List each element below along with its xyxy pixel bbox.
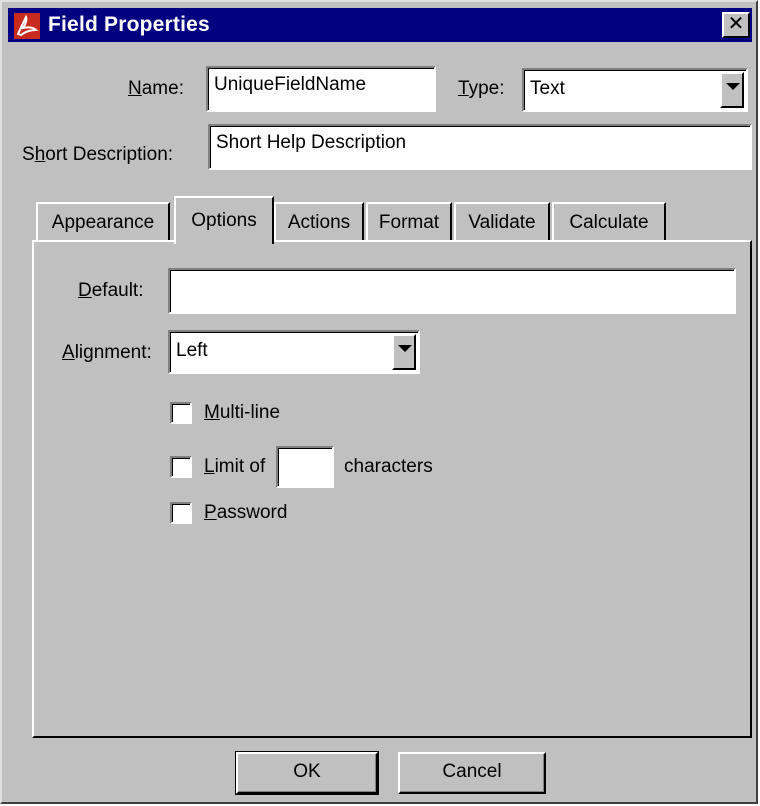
alignment-select[interactable]: Left bbox=[168, 330, 420, 374]
name-label: Name: bbox=[128, 78, 184, 99]
limit-checkbox[interactable] bbox=[170, 456, 192, 478]
tab-appearance-label: Appearance bbox=[51, 212, 155, 233]
limit-input[interactable] bbox=[276, 446, 334, 488]
name-label-rest: ame: bbox=[141, 78, 184, 99]
alignment-select-value: Left bbox=[176, 340, 208, 361]
field-properties-dialog: Field Properties ✕ Name: UniqueFieldName… bbox=[0, 0, 758, 804]
limit-label[interactable]: Limit of bbox=[204, 456, 265, 478]
tab-appearance[interactable]: Appearance bbox=[36, 202, 170, 242]
tab-validate[interactable]: Validate bbox=[454, 202, 550, 242]
title-bar[interactable]: Field Properties ✕ bbox=[8, 8, 752, 42]
short-description-value: Short Help Description bbox=[216, 132, 407, 153]
cancel-button[interactable]: Cancel bbox=[398, 752, 546, 794]
alignment-label-rest: lignment: bbox=[74, 342, 152, 363]
ok-button-label: OK bbox=[293, 761, 321, 782]
tab-format[interactable]: Format bbox=[366, 202, 452, 242]
multiline-label-rest: ulti-line bbox=[219, 402, 281, 423]
type-select[interactable]: Text bbox=[522, 68, 748, 112]
name-input[interactable]: UniqueFieldName bbox=[206, 66, 436, 112]
close-icon: ✕ bbox=[727, 13, 745, 35]
type-dropdown-button[interactable] bbox=[720, 72, 744, 108]
dialog-title: Field Properties bbox=[48, 13, 210, 36]
tab-options-label: Options bbox=[191, 210, 257, 231]
tab-actions[interactable]: Actions bbox=[274, 202, 364, 242]
tab-actions-label: Actions bbox=[287, 212, 351, 233]
options-panel: Default: Alignment: Left Multi-line Limi… bbox=[32, 240, 752, 738]
ok-button[interactable]: OK bbox=[235, 751, 379, 795]
limit-label-rest: imit of bbox=[214, 456, 266, 477]
password-checkbox[interactable] bbox=[170, 502, 192, 524]
close-button[interactable]: ✕ bbox=[722, 12, 750, 38]
multiline-checkbox[interactable] bbox=[170, 402, 192, 424]
short-description-label-rest: ort Description: bbox=[45, 144, 174, 165]
tab-format-label: Format bbox=[378, 212, 440, 233]
multiline-label[interactable]: Multi-line bbox=[204, 402, 280, 424]
short-description-input[interactable]: Short Help Description bbox=[208, 124, 752, 170]
default-label: Default: bbox=[78, 280, 144, 301]
tab-validate-label: Validate bbox=[468, 212, 536, 233]
default-input[interactable] bbox=[168, 268, 736, 314]
type-label-rest: ype: bbox=[468, 78, 505, 99]
short-description-label: Short Description: bbox=[22, 144, 174, 165]
name-input-value: UniqueFieldName bbox=[214, 74, 367, 95]
cancel-button-label: Cancel bbox=[442, 761, 502, 782]
tab-calculate[interactable]: Calculate bbox=[552, 202, 666, 242]
password-label[interactable]: Password bbox=[204, 502, 287, 524]
password-label-rest: assword bbox=[216, 502, 288, 523]
type-select-value: Text bbox=[530, 78, 565, 99]
limit-suffix: characters bbox=[344, 456, 433, 477]
acrobat-app-icon bbox=[14, 13, 40, 39]
alignment-label: Alignment: bbox=[62, 342, 152, 363]
alignment-dropdown-button[interactable] bbox=[392, 334, 416, 370]
default-label-rest: efault: bbox=[91, 280, 144, 301]
tab-options[interactable]: Options bbox=[174, 196, 274, 244]
tab-calculate-label: Calculate bbox=[569, 212, 649, 233]
type-label: Type: bbox=[458, 78, 505, 99]
